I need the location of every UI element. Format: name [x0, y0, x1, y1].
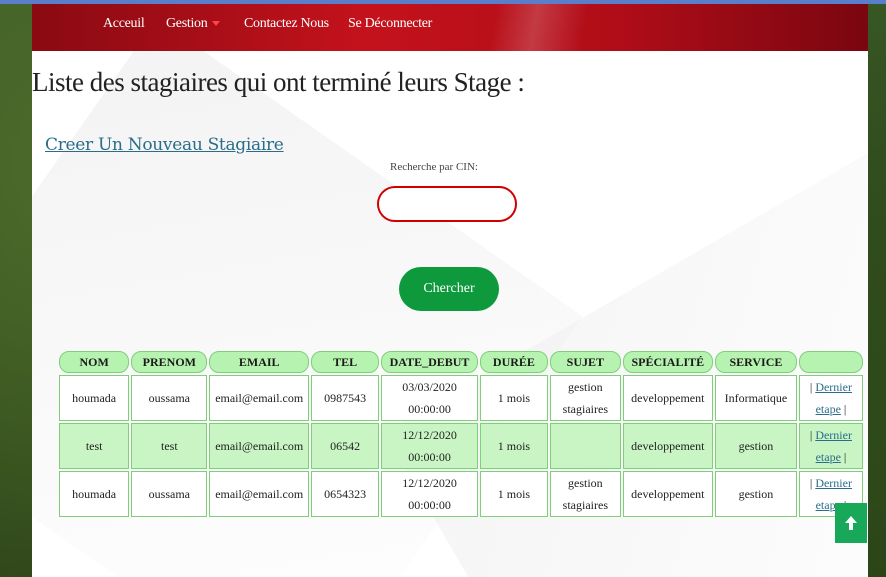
last-step-link[interactable]: Dernier etape [815, 380, 852, 416]
nav-item-contact[interactable]: Contactez Nous [244, 16, 329, 32]
cell-nom: houmada [59, 375, 130, 421]
link-line-1: Dernier [815, 428, 852, 442]
last-step-link[interactable]: Dernier etape [815, 428, 852, 464]
cell-service: gestion [715, 423, 797, 469]
page-container: Acceuil Gestion Contactez Nous Se Déconn… [32, 4, 868, 577]
cell-duree: 1 mois [479, 375, 549, 421]
create-trainee-link[interactable]: Creer Un Nouveau Stagiaire [45, 135, 284, 155]
cell-date-debut: 12/12/2020 00:00:00 [381, 423, 478, 469]
navbar: Acceuil Gestion Contactez Nous Se Déconn… [32, 4, 868, 51]
column-header-prenom: PRENOM [131, 351, 208, 373]
column-header-duree: DURÉE [479, 351, 549, 373]
cell-email: email@email.com [209, 375, 310, 421]
cell-email: email@email.com [209, 423, 310, 469]
date-part: 12/12/2020 [402, 476, 457, 490]
table-header-row: NOM PRENOM EMAIL TEL DATE_DEBUT DURÉE SU… [59, 351, 863, 373]
search-cin-input[interactable] [377, 186, 517, 222]
time-part: 00:00:00 [408, 498, 451, 512]
link-line-2: etape [815, 450, 841, 464]
nav-item-logout[interactable]: Se Déconnecter [348, 16, 432, 32]
caret-down-icon [212, 21, 221, 27]
nav-item-gestion-label: Gestion [166, 16, 208, 31]
main-content: Liste des stagiaires qui ont terminé leu… [32, 51, 868, 577]
search-label: Recherche par CIN: [390, 161, 478, 173]
cell-sujet: gestion stagiaires [550, 471, 621, 517]
table-row: houmada oussama email@email.com 0654323 … [59, 471, 863, 517]
column-header-nom: NOM [59, 351, 130, 373]
cell-service: Informatique [715, 375, 797, 421]
table-row: houmada oussama email@email.com 0987543 … [59, 375, 863, 421]
column-header-date-debut: DATE_DEBUT [381, 351, 478, 373]
search-button[interactable]: Chercher [399, 267, 499, 311]
cell-tel: 06542 [311, 423, 380, 469]
cell-specialite: developpement [622, 375, 713, 421]
cell-tel: 0987543 [311, 375, 380, 421]
scroll-to-top-button[interactable] [835, 503, 867, 543]
cell-specialite: developpement [622, 471, 713, 517]
separator: | [840, 450, 847, 464]
separator: | [840, 402, 847, 416]
column-header-specialite: SPÉCIALITÉ [622, 351, 713, 373]
time-part: 00:00:00 [408, 450, 451, 464]
column-header-tel: TEL [311, 351, 380, 373]
column-header-email: EMAIL [209, 351, 310, 373]
column-header-service: SERVICE [715, 351, 797, 373]
date-part: 12/12/2020 [402, 428, 457, 442]
cell-date-debut: 12/12/2020 00:00:00 [381, 471, 478, 517]
table-row: test test email@email.com 06542 12/12/20… [59, 423, 863, 469]
cell-prenom: oussama [131, 471, 208, 517]
trainees-table: NOM PRENOM EMAIL TEL DATE_DEBUT DURÉE SU… [57, 349, 865, 519]
column-header-actions [798, 351, 863, 373]
cell-service: gestion [715, 471, 797, 517]
cell-nom: houmada [59, 471, 130, 517]
nav-item-gestion[interactable]: Gestion [166, 16, 221, 32]
cell-sujet: gestion stagiaires [550, 375, 621, 421]
link-line-2: etape [815, 402, 841, 416]
column-header-sujet: SUJET [550, 351, 621, 373]
sujet-line-1: gestion [568, 476, 603, 490]
sujet-line-2: stagiaires [562, 402, 608, 416]
link-line-1: Dernier [815, 476, 852, 490]
cell-sujet [550, 423, 621, 469]
sujet-line-2: stagiaires [562, 498, 608, 512]
cell-prenom: oussama [131, 375, 208, 421]
page-title: Liste des stagiaires qui ont terminé leu… [32, 67, 525, 97]
nav-item-acceuil[interactable]: Acceuil [103, 16, 145, 32]
time-part: 00:00:00 [408, 402, 451, 416]
cell-actions: | Dernieretape | [798, 375, 863, 421]
cell-nom: test [59, 423, 130, 469]
link-line-1: Dernier [815, 380, 852, 394]
date-part: 03/03/2020 [402, 380, 457, 394]
cell-duree: 1 mois [479, 423, 549, 469]
cell-tel: 0654323 [311, 471, 380, 517]
cell-actions: | Dernieretape | [798, 423, 863, 469]
cell-specialite: developpement [622, 423, 713, 469]
cell-prenom: test [131, 423, 208, 469]
cell-date-debut: 03/03/2020 00:00:00 [381, 375, 478, 421]
cell-duree: 1 mois [479, 471, 549, 517]
arrow-up-icon [845, 516, 857, 530]
sujet-line-1: gestion [568, 380, 603, 394]
cell-email: email@email.com [209, 471, 310, 517]
